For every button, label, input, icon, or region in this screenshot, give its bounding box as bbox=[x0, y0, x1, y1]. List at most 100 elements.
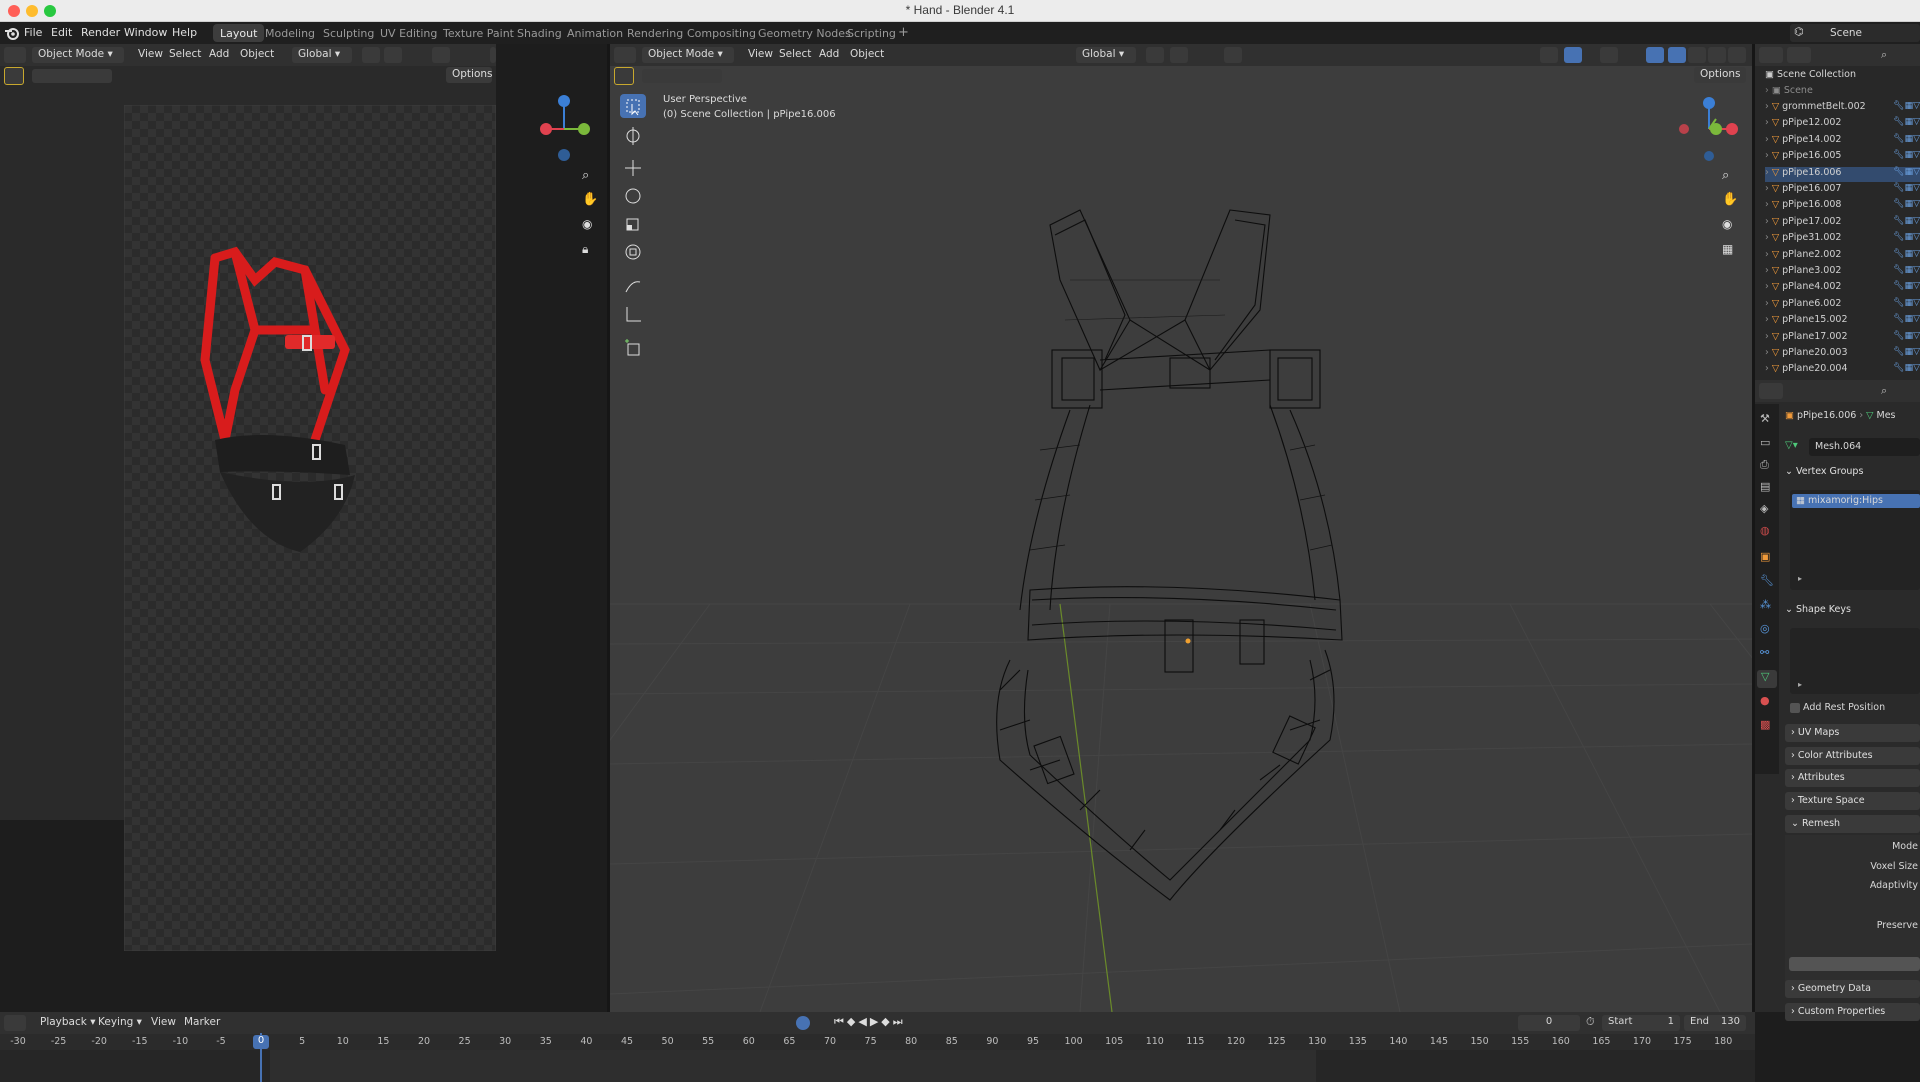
add-rest-position-checkbox[interactable]: Add Rest Position bbox=[1790, 702, 1885, 713]
outliner-editor-type-icon[interactable] bbox=[1759, 47, 1783, 63]
main-zoom-icon[interactable]: ⌕ bbox=[1722, 168, 1729, 183]
outliner-display-mode-icon[interactable] bbox=[1787, 47, 1811, 63]
outliner-scene-collection[interactable]: ▣ Scene Collection bbox=[1765, 69, 1856, 80]
outliner-item-data-icons[interactable]: 🔧︎▦▽ bbox=[1893, 117, 1920, 127]
main-mode-dropdown[interactable]: Object Mode ▾ bbox=[642, 47, 734, 63]
texture-tab-icon[interactable]: ▩ bbox=[1760, 718, 1770, 731]
outliner-item-data-icons[interactable]: 🔧︎▦▽ bbox=[1893, 363, 1920, 373]
outliner-item[interactable]: › ▽ pPipe16.006 🔧︎▦▽ bbox=[1765, 166, 1920, 182]
harness-wireframe-mesh[interactable] bbox=[970, 200, 1390, 920]
view-layer-tab-icon[interactable]: ▤ bbox=[1760, 480, 1770, 493]
auto-keying-icon[interactable] bbox=[796, 1016, 810, 1030]
timeline-menu-keying[interactable]: Keying ▾ bbox=[92, 1015, 148, 1031]
left-lock-icon[interactable]: 🔒︎ bbox=[582, 242, 588, 257]
outliner-item[interactable]: › ▽ pPipe12.002 🔧︎▦▽ bbox=[1765, 117, 1920, 132]
expand-arrow-icon[interactable]: › bbox=[1765, 281, 1772, 292]
visibility-icon[interactable] bbox=[1540, 47, 1558, 63]
expand-arrow-icon[interactable]: › bbox=[1765, 347, 1772, 358]
outliner-item-data-icons[interactable]: 🔧︎▦▽ bbox=[1893, 134, 1920, 144]
snap-target-icon[interactable] bbox=[384, 47, 402, 63]
tab-layout[interactable]: Layout bbox=[213, 24, 265, 42]
timeline-menu-marker[interactable]: Marker bbox=[178, 1015, 226, 1031]
outliner-item[interactable]: › ▽ pPlane15.002 🔧︎▦▽ bbox=[1765, 314, 1920, 329]
expand-arrow-icon[interactable]: › bbox=[1765, 183, 1772, 194]
left-camera-icon[interactable]: ◉ bbox=[582, 217, 592, 231]
outliner-item[interactable]: › ▽ pPipe14.002 🔧︎▦▽ bbox=[1765, 134, 1920, 149]
start-frame-field[interactable]: Start 1 bbox=[1602, 1015, 1680, 1031]
expand-arrow-icon[interactable]: › bbox=[1765, 117, 1772, 128]
shape-keys-list[interactable]: ▸ bbox=[1790, 628, 1920, 694]
timeline-menu-view[interactable]: View bbox=[145, 1015, 182, 1031]
tool-tab-icon[interactable]: ⚒ bbox=[1760, 412, 1770, 425]
left-mode-dropdown[interactable]: Object Mode ▾ bbox=[32, 47, 124, 63]
gizmo-toggle-icon[interactable] bbox=[1564, 47, 1582, 63]
expand-arrow-icon[interactable]: › bbox=[1765, 331, 1772, 342]
outliner-item-data-icons[interactable]: 🔧︎▦▽ bbox=[1893, 249, 1920, 259]
rendered-shading-icon[interactable] bbox=[1728, 47, 1746, 63]
object-tab-icon[interactable]: ▣ bbox=[1760, 550, 1770, 563]
add-workspace-icon[interactable]: + bbox=[898, 25, 909, 40]
render-tab-icon[interactable]: ▭ bbox=[1760, 436, 1770, 449]
outliner-item[interactable]: › ▽ pPlane17.002 🔧︎▦▽ bbox=[1765, 331, 1920, 346]
main-options-button[interactable]: Options bbox=[1694, 67, 1746, 83]
expand-arrow-icon[interactable]: › bbox=[1765, 150, 1772, 161]
main-select-modes[interactable] bbox=[642, 69, 722, 83]
outliner-item-data-icons[interactable]: 🔧︎▦▽ bbox=[1893, 150, 1920, 160]
outliner-item[interactable]: › ▽ pPipe17.002 🔧︎▦▽ bbox=[1765, 216, 1920, 231]
snap-icon[interactable] bbox=[362, 47, 380, 63]
xray-toggle-icon[interactable] bbox=[1646, 47, 1664, 63]
editor-type-icon[interactable] bbox=[4, 47, 26, 63]
transform-tool-icon[interactable] bbox=[620, 240, 646, 264]
menu-edit[interactable]: Edit bbox=[51, 26, 72, 39]
left-menu-add[interactable]: Add bbox=[203, 47, 235, 63]
world-tab-icon[interactable]: ◍ bbox=[1760, 524, 1770, 537]
outliner-item[interactable]: › ▽ pPlane6.002 🔧︎▦▽ bbox=[1765, 298, 1920, 313]
main-orientation-dropdown[interactable]: Global ▾ bbox=[1076, 47, 1136, 63]
main-menu-add[interactable]: Add bbox=[813, 47, 845, 63]
menu-render[interactable]: Render bbox=[81, 26, 120, 39]
main-pivot-icon[interactable] bbox=[1146, 47, 1164, 63]
outliner-item[interactable]: › ▽ pPlane3.002 🔧︎▦▽ bbox=[1765, 265, 1920, 280]
outliner-item[interactable]: › ▽ pPlane20.004 🔧︎▦▽ bbox=[1765, 363, 1920, 378]
properties-editor-type-icon[interactable] bbox=[1759, 383, 1783, 399]
main-navigation-gizmo[interactable] bbox=[1676, 95, 1742, 165]
outliner-item[interactable]: › ▽ pPlane4.002 🔧︎▦▽ bbox=[1765, 281, 1920, 296]
left-navigation-gizmo[interactable] bbox=[540, 95, 600, 165]
shape-keys-panel-header[interactable]: ⌄ Shape Keys bbox=[1785, 604, 1851, 615]
expand-arrow-icon[interactable]: › bbox=[1765, 298, 1772, 309]
outliner-item-data-icons[interactable]: 🔧︎▦▽ bbox=[1893, 199, 1920, 209]
main-camera-icon[interactable]: ◉ bbox=[1722, 217, 1732, 231]
main-snap-icon[interactable] bbox=[1170, 47, 1188, 63]
left-orientation-dropdown[interactable]: Global ▾ bbox=[292, 47, 352, 63]
mesh-data-tab-icon[interactable]: ▽ bbox=[1757, 670, 1777, 688]
menu-window[interactable]: Window bbox=[124, 26, 167, 39]
outliner-item[interactable]: › ▽ pPipe16.005 🔧︎▦▽ bbox=[1765, 150, 1920, 165]
expand-arrow-icon[interactable]: › bbox=[1765, 314, 1772, 325]
outliner-item-data-icons[interactable]: 🔧︎▦▽ bbox=[1893, 298, 1920, 308]
remesh-panel-header[interactable]: ⌄ Remesh bbox=[1785, 815, 1920, 833]
proportional-edit-icon[interactable] bbox=[432, 47, 450, 63]
material-tab-icon[interactable]: ● bbox=[1760, 694, 1770, 707]
solid-shading-icon[interactable] bbox=[1688, 47, 1706, 63]
select-box-tool-icon[interactable] bbox=[620, 94, 646, 118]
annotate-tool-icon[interactable] bbox=[620, 274, 646, 298]
particles-tab-icon[interactable]: ⁂ bbox=[1760, 598, 1771, 611]
color-attributes-panel[interactable]: › Color Attributes bbox=[1785, 747, 1920, 765]
outliner-item-data-icons[interactable]: 🔧︎▦▽ bbox=[1893, 101, 1920, 111]
vertex-group-item[interactable]: ▦ mixamorig:Hips bbox=[1792, 494, 1920, 508]
properties-search-icon[interactable]: ⌕ bbox=[1881, 384, 1887, 398]
main-editor-type-icon[interactable] bbox=[614, 47, 636, 63]
outliner-item-data-icons[interactable]: 🔧︎▦▽ bbox=[1893, 167, 1920, 177]
attributes-panel[interactable]: › Attributes bbox=[1785, 769, 1920, 787]
timeline-editor-type-icon[interactable] bbox=[4, 1015, 26, 1031]
outliner-item[interactable]: › ▽ pPipe16.007 🔧︎▦▽ bbox=[1765, 183, 1920, 198]
scene-tab-icon[interactable]: ◈ bbox=[1760, 502, 1768, 515]
outliner-item-data-icons[interactable]: 🔧︎▦▽ bbox=[1893, 265, 1920, 275]
measure-tool-icon[interactable] bbox=[620, 302, 646, 326]
overlay-toggle-icon[interactable] bbox=[1600, 47, 1618, 63]
outliner-item[interactable]: › ▽ pPlane2.002 🔧︎▦▽ bbox=[1765, 249, 1920, 264]
expand-arrow-icon[interactable]: › bbox=[1765, 216, 1772, 227]
menu-help[interactable]: Help bbox=[172, 26, 197, 39]
expand-arrow-icon[interactable]: › bbox=[1765, 363, 1772, 374]
outliner-item-data-icons[interactable]: 🔧︎▦▽ bbox=[1893, 314, 1920, 324]
